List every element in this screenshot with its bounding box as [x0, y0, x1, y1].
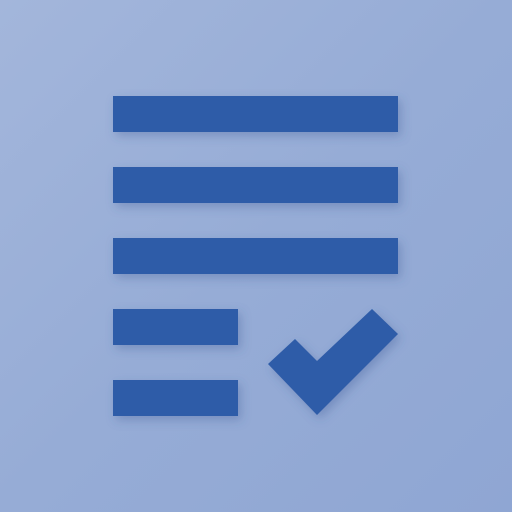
checklist-icon	[113, 96, 398, 416]
list-line-5-short	[113, 380, 238, 416]
checkmark-icon	[268, 309, 398, 415]
checklist-app-icon	[0, 0, 512, 512]
list-line-3	[113, 238, 398, 274]
list-line-2	[113, 167, 398, 203]
list-line-4-short	[113, 309, 238, 345]
list-line-1	[113, 96, 398, 132]
